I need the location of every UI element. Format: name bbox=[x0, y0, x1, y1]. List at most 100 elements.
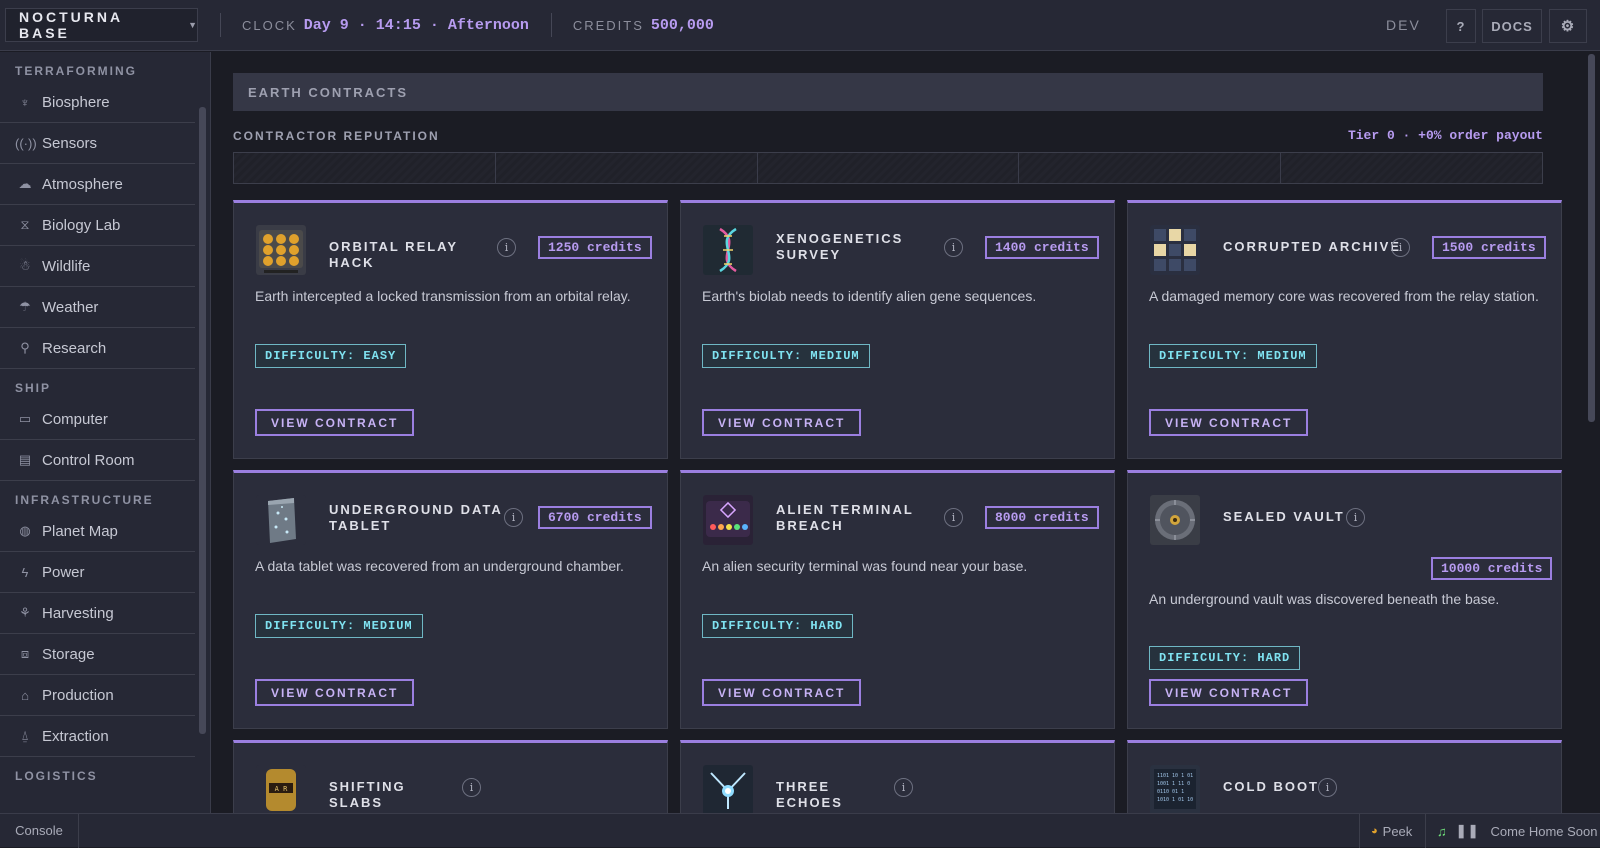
info-icon[interactable]: i bbox=[894, 778, 913, 797]
view-contract-button[interactable]: VIEW CONTRACT bbox=[255, 409, 415, 436]
contract-title: ORBITAL RELAY HACK bbox=[329, 239, 458, 270]
sealed-vault-thumbnail bbox=[1150, 495, 1200, 545]
difficulty-badge: DIFFICULTY: MEDIUM bbox=[255, 614, 423, 638]
credits-badge: 10000 credits bbox=[1431, 557, 1553, 580]
page-title: EARTH CONTRACTS bbox=[233, 73, 1543, 111]
view-contract-button[interactable]: VIEW CONTRACT bbox=[1149, 679, 1309, 706]
base-selector-button[interactable]: NOCTURNA BASE ▼ bbox=[5, 8, 198, 42]
main-scrollbar[interactable] bbox=[1588, 54, 1595, 422]
section-title-terraforming: TERRAFORMING bbox=[15, 64, 137, 78]
sidebar-item-extraction[interactable]: ⍙ Extraction bbox=[0, 716, 195, 757]
view-contract-button[interactable]: VIEW CONTRACT bbox=[702, 409, 862, 436]
sidebar-item-label: Production bbox=[42, 686, 114, 704]
sidebar-item-label: Power bbox=[42, 563, 85, 581]
section-title-infrastructure: INFRASTRUCTURE bbox=[15, 493, 154, 507]
clock-value: Day 9 · 14:15 · Afternoon bbox=[303, 16, 529, 34]
divider bbox=[220, 13, 221, 37]
three-echoes-thumbnail bbox=[703, 765, 753, 813]
contract-title: COLD BOOT bbox=[1223, 779, 1319, 794]
section-title-logistics: LOGISTICS bbox=[15, 769, 98, 783]
svg-text:0110 01 1: 0110 01 1 bbox=[1157, 789, 1184, 795]
help-button[interactable]: ? bbox=[1446, 9, 1476, 43]
contract-title: THREE ECHOES bbox=[776, 779, 843, 810]
data-tablet-thumbnail bbox=[256, 495, 306, 545]
contract-title: ALIEN TERMINAL BREACH bbox=[776, 502, 914, 533]
sidebar-item-label: Biosphere bbox=[42, 93, 110, 111]
peek-button[interactable]: ◕ Peek bbox=[1359, 814, 1417, 848]
sidebar-item-power[interactable]: ϟ Power bbox=[0, 552, 195, 593]
factory-icon: ⌂ bbox=[21, 687, 29, 703]
contract-card: ALIEN TERMINAL BREACH i 8000 credits An … bbox=[680, 470, 1115, 729]
sidebar-item-atmosphere[interactable]: ☁ Atmosphere bbox=[0, 164, 195, 205]
contract-title: UNDERGROUND DATA TABLET bbox=[329, 502, 503, 533]
monitor-icon: ▭ bbox=[18, 411, 32, 426]
gear-icon: ⚙ bbox=[1560, 18, 1576, 35]
credits-badge: 1400 credits bbox=[985, 236, 1099, 259]
contract-description: An alien security terminal was found nea… bbox=[702, 558, 1028, 574]
contract-description: A data tablet was recovered from an unde… bbox=[255, 558, 624, 574]
info-icon[interactable]: i bbox=[462, 778, 481, 797]
sidebar-item-sensors[interactable]: ((·)) Sensors bbox=[0, 123, 195, 164]
sidebar-item-label: Harvesting bbox=[42, 604, 114, 622]
dev-button[interactable]: DEV bbox=[1386, 17, 1421, 33]
sidebar-item-label: Control Room bbox=[42, 451, 135, 469]
sidebar-item-wildlife[interactable]: ☃ Wildlife bbox=[0, 246, 195, 287]
svg-text:1010 1 01 10: 1010 1 01 10 bbox=[1157, 797, 1193, 803]
sidebar-item-computer[interactable]: ▭ Computer bbox=[0, 399, 195, 440]
sidebar-item-research[interactable]: ⚲ Research bbox=[0, 328, 195, 369]
sidebar-scrollbar[interactable] bbox=[199, 107, 206, 734]
view-contract-button[interactable]: VIEW CONTRACT bbox=[1149, 409, 1309, 436]
info-icon[interactable]: i bbox=[504, 508, 523, 527]
contract-card: CORRUPTED ARCHIVE i 1500 credits A damag… bbox=[1127, 200, 1562, 459]
info-icon[interactable]: i bbox=[944, 508, 963, 527]
contract-card: UNDERGROUND DATA TABLET i 6700 credits A… bbox=[233, 470, 668, 729]
contract-card: 1101 10 1 01 1001 1 11 0 0110 01 1 1010 1 0… bbox=[1127, 740, 1562, 813]
credits-badge: 1250 credits bbox=[538, 236, 652, 259]
settings-button[interactable]: ⚙ bbox=[1549, 9, 1587, 43]
svg-text:1101 10 1 01: 1101 10 1 01 bbox=[1157, 773, 1193, 779]
sidebar-item-production[interactable]: ⌂ Production bbox=[0, 675, 195, 716]
eye-icon: ◕ bbox=[1371, 825, 1378, 837]
peek-label: Peek bbox=[1382, 823, 1413, 839]
info-icon[interactable]: i bbox=[1346, 508, 1365, 527]
info-icon[interactable]: i bbox=[497, 238, 516, 257]
sidebar-item-biosphere[interactable]: ♆ Biosphere bbox=[0, 82, 195, 123]
contract-card: XENOGENETICS SURVEY i 1400 credits Earth… bbox=[680, 200, 1115, 459]
info-icon[interactable]: i bbox=[1391, 238, 1410, 257]
contract-card: THREE ECHOES i bbox=[680, 740, 1115, 813]
sidebar-item-planet-map[interactable]: ◍ Planet Map bbox=[0, 511, 195, 552]
wind-icon: ☂ bbox=[19, 299, 31, 314]
sidebar-item-label: Computer bbox=[42, 410, 108, 428]
sidebar-item-label: Sensors bbox=[42, 134, 98, 152]
sidebar: TERRAFORMING ♆ Biosphere ((·)) Sensors ☁ At… bbox=[0, 52, 211, 813]
docs-button[interactable]: DOCS bbox=[1482, 9, 1542, 43]
bolt-icon: ϟ bbox=[21, 564, 29, 580]
music-note-icon: ♫ bbox=[1437, 823, 1447, 839]
reputation-segment bbox=[234, 153, 496, 183]
shifting-slabs-thumbnail: A R bbox=[256, 765, 306, 813]
svg-text:A R: A R bbox=[275, 785, 288, 793]
info-icon[interactable]: i bbox=[1318, 778, 1337, 797]
sidebar-item-storage[interactable]: ⧈ Storage bbox=[0, 634, 195, 675]
pause-icon[interactable]: ❚❚ bbox=[1456, 823, 1480, 839]
bottom-bar: Console ◕ Peek ♫ ❚❚ Come Home Soon bbox=[0, 813, 1600, 848]
sidebar-item-weather[interactable]: ☂ Weather bbox=[0, 287, 195, 328]
sidebar-item-label: Wildlife bbox=[42, 257, 91, 275]
reputation-label: CONTRACTOR REPUTATION bbox=[233, 129, 440, 143]
view-contract-button[interactable]: VIEW CONTRACT bbox=[255, 679, 415, 706]
console-button[interactable]: Console bbox=[0, 813, 79, 848]
sidebar-item-control-room[interactable]: ▤ Control Room bbox=[0, 440, 195, 481]
sidebar-item-label: Weather bbox=[42, 298, 99, 316]
info-icon[interactable]: i bbox=[944, 238, 963, 257]
reputation-segment bbox=[1019, 153, 1282, 183]
difficulty-badge: DIFFICULTY: MEDIUM bbox=[702, 344, 870, 368]
view-contract-button[interactable]: VIEW CONTRACT bbox=[702, 679, 862, 706]
radar-icon: ((·)) bbox=[15, 135, 37, 151]
sidebar-item-harvesting[interactable]: ⚘ Harvesting bbox=[0, 593, 195, 634]
credits-badge: 6700 credits bbox=[538, 506, 652, 529]
difficulty-badge: DIFFICULTY: HARD bbox=[1149, 646, 1301, 670]
alien-terminal-thumbnail bbox=[703, 495, 753, 545]
top-bar: NOCTURNA BASE ▼ CLOCK Day 9 · 14:15 · Af… bbox=[0, 0, 1600, 51]
sidebar-item-biology-lab[interactable]: ⧖ Biology Lab bbox=[0, 205, 195, 246]
contract-card: SEALED VAULT i 10000 credits An undergro… bbox=[1127, 470, 1562, 729]
